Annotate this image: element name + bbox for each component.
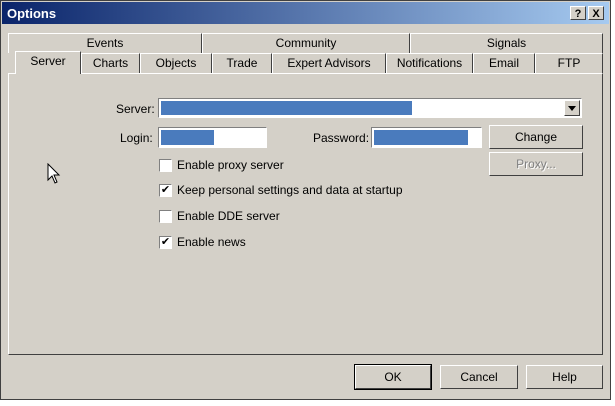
login-value-selection <box>161 130 214 145</box>
tab-trade[interactable]: Trade <box>212 53 272 73</box>
checkbox-box[interactable]: ✔ <box>159 236 172 249</box>
checkbox-box[interactable] <box>159 210 172 223</box>
tab-expert-advisors[interactable]: Expert Advisors <box>272 53 386 73</box>
login-input[interactable] <box>158 127 267 148</box>
close-button[interactable]: X <box>588 6 604 20</box>
checkbox-box[interactable] <box>159 159 172 172</box>
tab-community[interactable]: Community <box>202 33 410 53</box>
server-value-selection <box>161 101 412 115</box>
checkbox-box[interactable]: ✔ <box>159 184 172 197</box>
tab-notifications[interactable]: Notifications <box>386 53 473 73</box>
tab-signals[interactable]: Signals <box>410 33 603 53</box>
checkbox-label: Enable proxy server <box>177 158 284 172</box>
tab-email[interactable]: Email <box>473 53 535 73</box>
chevron-down-icon[interactable] <box>564 100 580 116</box>
help-title-button[interactable]: ? <box>570 6 586 20</box>
password-value-selection <box>374 130 468 145</box>
checkbox-label: Enable news <box>177 235 246 249</box>
proxy-button[interactable]: Proxy... <box>489 152 583 176</box>
window-title: Options <box>7 6 57 21</box>
options-dialog: Options ? X Events Community Signals Ser… <box>0 0 611 400</box>
password-input[interactable] <box>371 127 482 148</box>
tab-objects[interactable]: Objects <box>140 53 212 73</box>
server-dropdown[interactable] <box>158 98 582 118</box>
ok-button[interactable]: OK <box>354 364 432 390</box>
help-button[interactable]: Help <box>526 365 603 389</box>
tab-events[interactable]: Events <box>8 33 202 53</box>
checkbox-label: Keep personal settings and data at start… <box>177 183 403 197</box>
tab-ftp[interactable]: FTP <box>535 53 603 73</box>
tab-server[interactable]: Server <box>15 51 81 74</box>
cancel-button[interactable]: Cancel <box>440 365 518 389</box>
change-button[interactable]: Change <box>489 125 583 149</box>
checkbox-label: Enable DDE server <box>177 209 280 223</box>
title-bar[interactable]: Options ? X <box>2 2 609 24</box>
tab-charts[interactable]: Charts <box>81 53 140 73</box>
mouse-pointer-icon <box>47 163 61 184</box>
